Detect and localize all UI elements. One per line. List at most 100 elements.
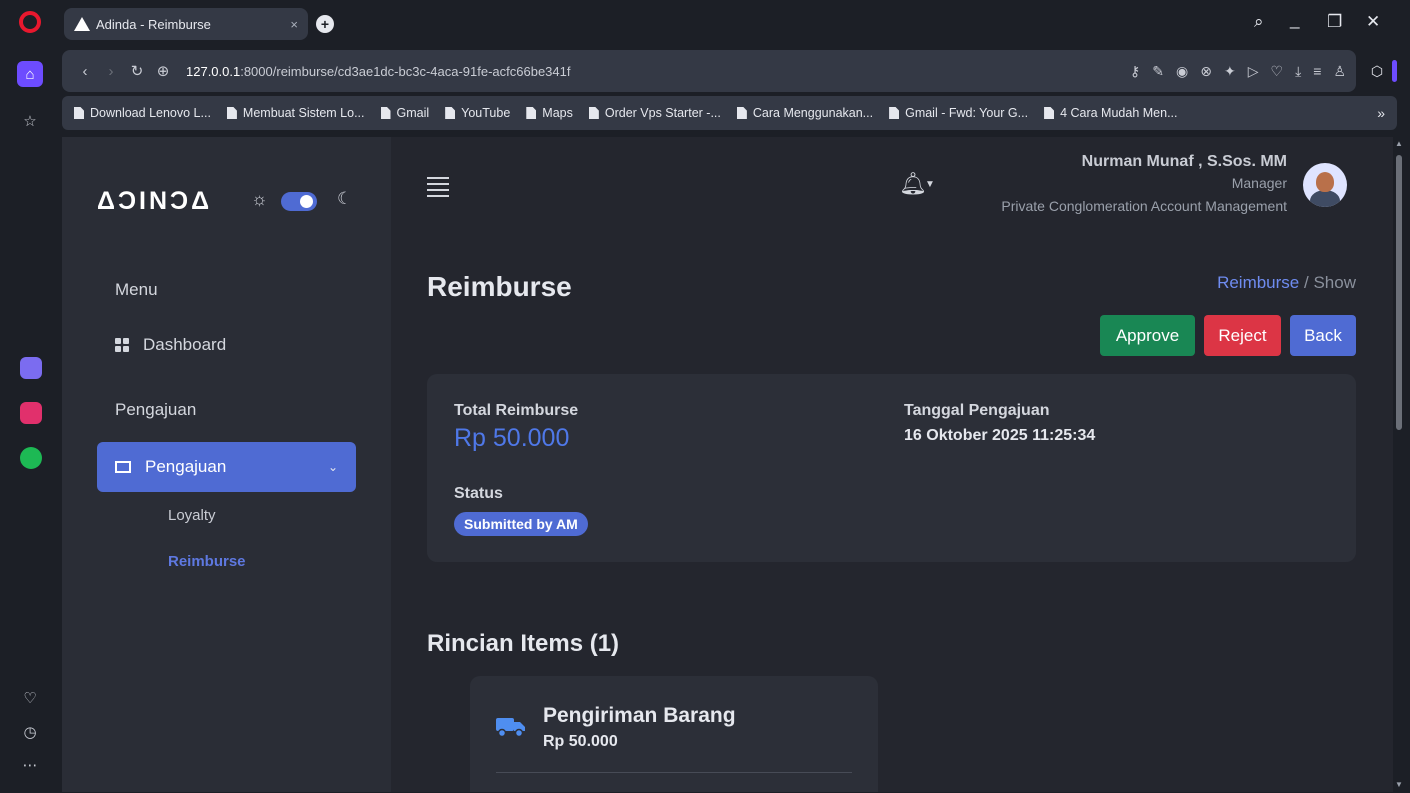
back-icon[interactable]: ‹ bbox=[72, 63, 98, 80]
tab-title: Adinda - Reimburse bbox=[96, 16, 211, 32]
forward-icon[interactable]: › bbox=[98, 63, 124, 80]
app-sidebar: ΔƆINƆΔ ☼ ☾ Menu Dashboard Pengajuan Peng… bbox=[62, 137, 391, 792]
sidebar-item-label: Pengajuan bbox=[145, 457, 227, 476]
bookmark-item[interactable]: 4 Cara Mudah Men... bbox=[1044, 106, 1177, 120]
translate-icon[interactable]: ✦ bbox=[1224, 63, 1236, 80]
page-title: Reimburse bbox=[427, 271, 572, 302]
tab-bar: Adinda - Reimburse × + ⌕ _ ❐ ✕ bbox=[62, 0, 1410, 50]
theme-toggle[interactable] bbox=[281, 192, 317, 211]
tanggal-pengajuan-value: 16 Oktober 2025 11:25:34 bbox=[904, 427, 1096, 444]
back-button[interactable]: Back bbox=[1290, 315, 1356, 356]
download-icon[interactable]: ⤓ bbox=[1295, 63, 1301, 80]
bookmark-item[interactable]: YouTube bbox=[445, 106, 510, 120]
bookmark-item[interactable]: Order Vps Starter -... bbox=[588, 106, 721, 120]
total-reimburse-value: Rp 50.000 bbox=[454, 424, 570, 452]
home-icon[interactable]: ⌂ bbox=[17, 61, 43, 87]
easy-setup-icon[interactable]: ≡ bbox=[1313, 63, 1321, 80]
aria-app-icon[interactable] bbox=[20, 357, 42, 379]
divider bbox=[496, 772, 852, 773]
history-icon[interactable]: ◷ bbox=[17, 719, 43, 745]
bookmark-item[interactable]: Cara Menggunakan... bbox=[736, 106, 873, 120]
user-org: Private Conglomeration Account Managemen… bbox=[1001, 198, 1287, 214]
sidebar-item-pengajuan[interactable]: Pengajuan ⌄ bbox=[97, 442, 356, 492]
envelope-icon bbox=[115, 461, 131, 473]
reimburse-summary-card: Total Reimburse Rp 50.000 Tanggal Pengaj… bbox=[427, 374, 1356, 562]
caret-down-icon[interactable]: ▼ bbox=[925, 179, 935, 190]
opera-logo-icon[interactable] bbox=[19, 11, 41, 33]
scroll-up-icon[interactable]: ▲ bbox=[1395, 139, 1403, 148]
page-icon bbox=[1044, 107, 1055, 119]
bell-icon[interactable]: 🔔︎ bbox=[899, 171, 927, 197]
tab-adinda[interactable]: Adinda - Reimburse × bbox=[64, 8, 308, 40]
pengajuan-heading: Pengajuan bbox=[115, 400, 197, 419]
user-role: Manager bbox=[1231, 175, 1287, 191]
key-icon[interactable]: ⚷ bbox=[1130, 63, 1140, 80]
tab-close-icon[interactable]: × bbox=[290, 17, 298, 32]
search-tabs-icon[interactable]: ⌕ bbox=[1254, 12, 1264, 32]
close-window-icon[interactable]: ✕ bbox=[1366, 12, 1380, 32]
tanggal-pengajuan-label: Tanggal Pengajuan bbox=[904, 402, 1050, 419]
bookmark-item[interactable]: Gmail - Fwd: Your G... bbox=[889, 106, 1028, 120]
list-item: Pengiriman Barang Rp 50.000 bbox=[470, 676, 878, 792]
bookmarks-more-button[interactable]: » bbox=[1377, 105, 1385, 121]
sidebar-subitem-reimburse[interactable]: Reimburse bbox=[168, 553, 246, 570]
page-icon bbox=[445, 107, 456, 119]
send-icon[interactable]: ▷ bbox=[1248, 63, 1259, 80]
reject-button[interactable]: Reject bbox=[1204, 315, 1281, 356]
page-icon bbox=[588, 107, 599, 119]
breadcrumb-show: Show bbox=[1313, 273, 1356, 292]
sidebar-item-label: Dashboard bbox=[143, 335, 227, 354]
moon-icon: ☾ bbox=[337, 189, 353, 208]
adblock-icon[interactable]: ⊗ bbox=[1200, 63, 1212, 80]
status-badge: Submitted by AM bbox=[454, 512, 588, 536]
new-tab-button[interactable]: + bbox=[316, 15, 334, 33]
sidebar-subitem-loyalty[interactable]: Loyalty bbox=[168, 507, 216, 524]
bookmark-item[interactable]: Maps bbox=[526, 106, 573, 120]
opera-sidebar: ⌂ ☆ ♡ ◷ ⋯ bbox=[0, 0, 62, 793]
sun-icon: ☼ bbox=[251, 189, 268, 209]
camera-icon[interactable]: ◉ bbox=[1176, 63, 1188, 80]
breadcrumb-reimburse[interactable]: Reimburse bbox=[1217, 273, 1299, 292]
chevron-down-icon: ⌄ bbox=[327, 460, 338, 474]
brand-logo[interactable]: ΔƆINƆΔ bbox=[97, 187, 212, 216]
url-host: 127.0.0.1 bbox=[186, 63, 241, 79]
breadcrumb: Reimburse / Show bbox=[1217, 273, 1356, 293]
page-icon bbox=[889, 107, 900, 119]
status-label: Status bbox=[454, 485, 503, 502]
scroll-thumb[interactable] bbox=[1396, 155, 1402, 430]
scroll-down-icon[interactable]: ▼ bbox=[1395, 780, 1403, 789]
bookmark-item[interactable]: Membuat Sistem Lo... bbox=[226, 106, 365, 120]
reload-icon[interactable]: ↻ bbox=[124, 62, 150, 80]
bookmarks-bar: Download Lenovo L... Membuat Sistem Lo..… bbox=[62, 96, 1397, 130]
edit-icon[interactable]: ✎ bbox=[1152, 63, 1164, 80]
url-input[interactable]: 127.0.0.1:8000/reimburse/cd3ae1dc-bc3c-4… bbox=[186, 64, 570, 79]
item-amount: Rp 50.000 bbox=[543, 733, 618, 750]
page-scrollbar[interactable]: ▲ ▼ bbox=[1393, 137, 1406, 792]
sidebar-accent bbox=[1392, 60, 1397, 82]
item-name: Pengiriman Barang bbox=[543, 704, 736, 727]
adinda-logo-icon bbox=[74, 17, 90, 31]
minimize-icon[interactable]: _ bbox=[1290, 10, 1299, 30]
total-reimburse-label: Total Reimburse bbox=[454, 402, 579, 419]
avatar[interactable] bbox=[1303, 163, 1347, 207]
bookmark-item[interactable]: Download Lenovo L... bbox=[74, 106, 211, 120]
profile-icon[interactable]: ♙ bbox=[1333, 63, 1346, 80]
bookmark-item[interactable]: Gmail bbox=[380, 106, 429, 120]
spotify-icon[interactable] bbox=[20, 447, 42, 469]
more-icon[interactable]: ⋯ bbox=[17, 752, 43, 778]
page-viewport: ΔƆINƆΔ ☼ ☾ Menu Dashboard Pengajuan Peng… bbox=[62, 137, 1393, 792]
hamburger-menu-icon[interactable] bbox=[427, 177, 449, 201]
sidebar-item-dashboard[interactable]: Dashboard bbox=[115, 335, 226, 355]
menu-heading: Menu bbox=[115, 280, 158, 299]
page-icon bbox=[74, 107, 84, 119]
approve-button[interactable]: Approve bbox=[1100, 315, 1195, 356]
maximize-icon[interactable]: ❐ bbox=[1327, 12, 1342, 32]
page-icon bbox=[526, 107, 537, 119]
star-icon[interactable]: ☆ bbox=[17, 108, 43, 134]
favorite-icon[interactable]: ♡ bbox=[1271, 63, 1284, 80]
heart-icon[interactable]: ♡ bbox=[17, 685, 43, 711]
extensions-icon[interactable]: ⬡ bbox=[1362, 58, 1392, 84]
instagram-icon[interactable] bbox=[20, 402, 42, 424]
globe-icon: ⊕ bbox=[156, 63, 170, 80]
user-name: Nurman Munaf , S.Sos. MM bbox=[1081, 153, 1287, 170]
